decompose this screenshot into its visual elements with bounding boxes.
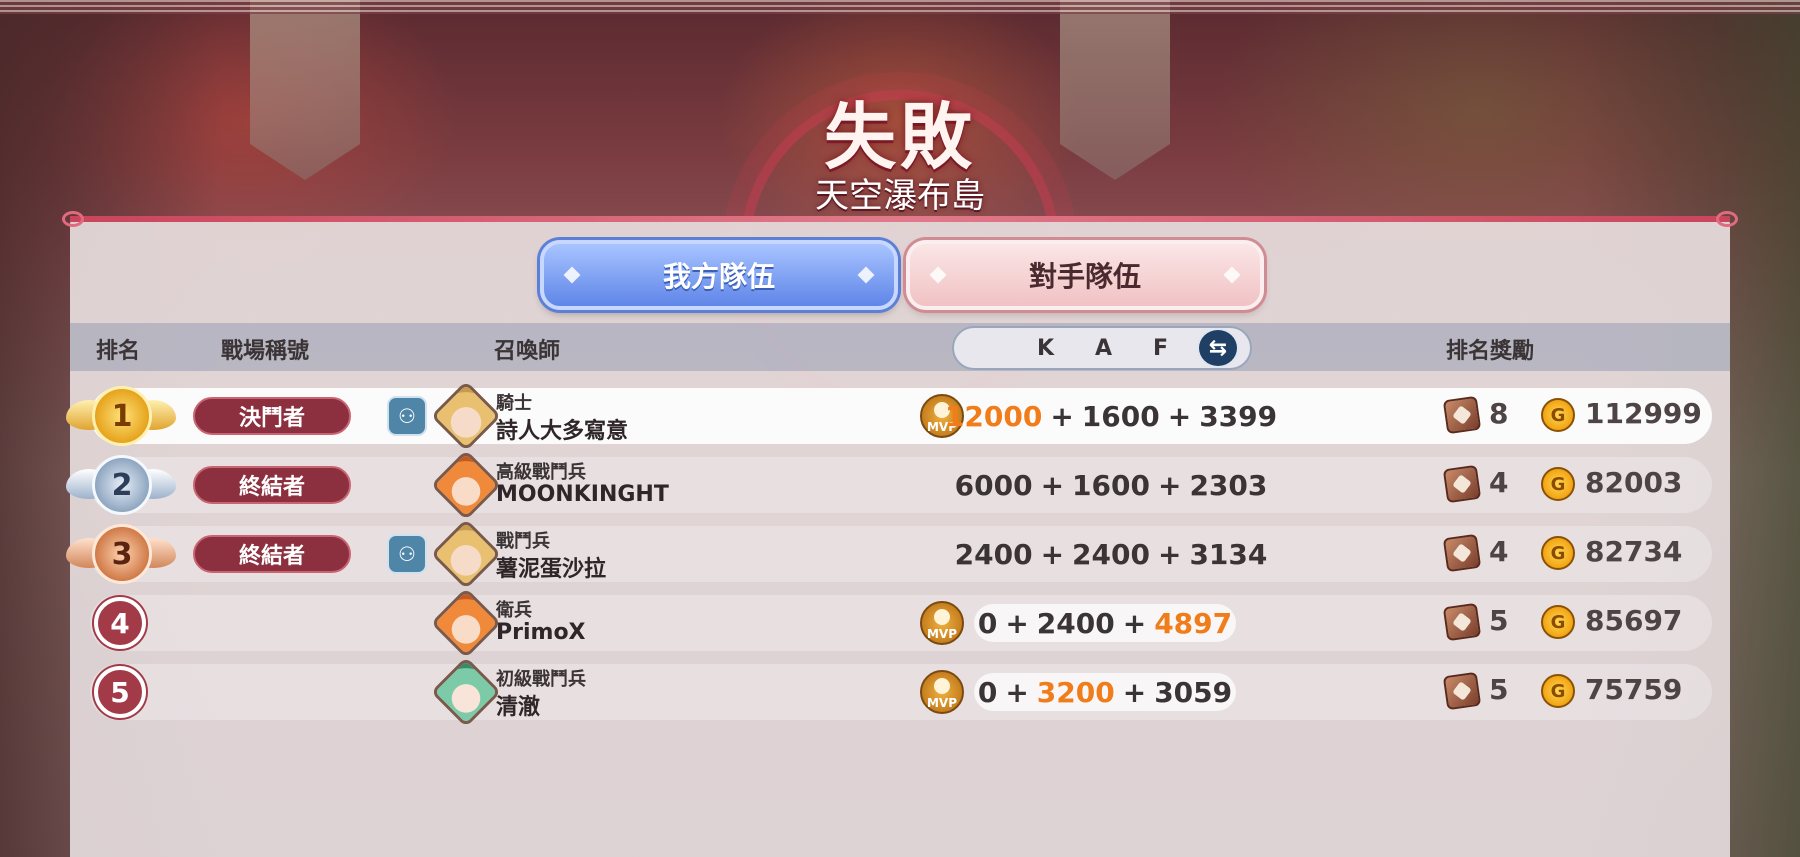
kaf-score: 2400 +2400 +3134 [955,535,1268,573]
plus-sign: + [1157,537,1182,571]
mvp-mark [934,678,950,694]
flag-value: 3059 [1154,675,1233,709]
summoner-class: 騎士 [496,393,532,414]
chest-count: 5 [1489,673,1509,706]
rank-badge-silver: 2 [92,455,152,515]
assist-value: 1600 [1072,468,1150,502]
panel-divider [70,216,1730,222]
kill-value: 0 [977,675,998,709]
summoner-name: PrimoX [496,620,586,645]
rank-badge-gold: 1 [92,386,152,446]
party-icon: ⚇ [387,534,427,574]
kill-value: 0 [977,606,998,640]
mvp-mark [934,609,950,625]
tab-diamond-icon [929,266,947,284]
gold-reward: 112999 [1585,397,1702,430]
mvp-badge-icon: MVP [920,670,964,714]
chest-icon [1442,395,1482,435]
rank-badge: 5 [94,666,146,718]
divider-ornament-left [62,211,84,227]
gold-reward: 82003 [1585,466,1683,499]
rank-badge: 4 [94,597,146,649]
flag-value: 3399 [1199,399,1278,433]
tab-diamond-icon [857,266,875,284]
divider-ornament-right [1716,211,1738,227]
flag-value: 4897 [1154,606,1233,640]
mvp-badge-icon: MVP [920,601,964,645]
chest-count: 8 [1489,397,1509,430]
chest-icon [1442,464,1482,504]
plus-sign: + [1005,675,1029,709]
summoner-class: 初級戰鬥兵 [496,669,586,690]
swap-arrows-icon[interactable]: ⇆ [1197,328,1239,368]
top-border-stripe [0,0,1800,14]
mvp-label: MVP [926,696,958,710]
tab-own-team[interactable]: 我方隊伍 [540,240,898,310]
column-a: A [1095,336,1113,361]
rank-badge-bronze: 3 [92,524,152,584]
party-icon: ⚇ [387,396,427,436]
kill-value: 12000 [944,399,1043,433]
chest-icon [1442,602,1482,642]
flag-value: 2303 [1189,468,1268,502]
summoner-name: MOONKINGHT [496,482,669,507]
chest-count: 5 [1489,604,1509,637]
tab-enemy-team[interactable]: 對手隊伍 [906,240,1264,310]
gold-coin-icon: G [1541,398,1575,432]
plus-sign: + [1157,468,1182,502]
summoner-class: 高級戰鬥兵 [496,462,586,483]
summoner-name: 清澈 [496,695,541,720]
column-k: K [1037,336,1055,361]
column-reward: 排名獎勵 [1446,339,1535,364]
kaf-score: 0 +2400 +4897 [974,604,1236,642]
flag-value: 3134 [1189,537,1268,571]
gold-coin-icon: G [1541,674,1575,708]
gold-reward: 82734 [1585,535,1683,568]
battle-title-badge: 終結者 [193,535,351,573]
chest-icon [1442,533,1482,573]
summoner-class: 衛兵 [496,600,532,621]
battle-title-badge: 決鬥者 [193,397,351,435]
summoner-class: 戰鬥兵 [496,531,550,552]
tab-diamond-icon [563,266,581,284]
kaf-score: 12000 +1600 +3399 [945,397,1277,435]
plus-sign: + [1122,675,1147,709]
assist-value: 3200 [1036,675,1115,709]
gold-coin-icon: G [1541,467,1575,501]
column-battle-title: 戰場稱號 [221,339,310,364]
tab-enemy-team-label: 對手隊伍 [1028,260,1141,293]
chest-count: 4 [1489,535,1509,568]
plus-sign: + [1005,606,1029,640]
plus-sign: + [1040,468,1065,502]
plus-sign: + [1050,399,1074,433]
map-name: 天空瀑布島 [815,176,985,216]
tab-own-team-label: 我方隊伍 [662,260,775,293]
assist-value: 2400 [1036,606,1115,640]
column-summoner: 召喚師 [494,339,561,364]
gold-reward: 85697 [1585,604,1683,637]
mvp-label: MVP [926,627,958,641]
column-f: F [1153,336,1169,361]
plus-sign: + [1122,606,1147,640]
kaf-score: 0 +3200 +3059 [974,673,1236,711]
plus-sign: + [1167,399,1192,433]
tab-diamond-icon [1223,266,1241,284]
kill-value: 2400 [954,537,1033,571]
assist-value: 1600 [1081,399,1160,433]
assist-value: 2400 [1072,537,1150,571]
summoner-name: 詩人大多寫意 [496,419,629,444]
gold-reward: 75759 [1585,673,1683,706]
chest-count: 4 [1489,466,1509,499]
gold-coin-icon: G [1541,605,1575,639]
plus-sign: + [1040,537,1065,571]
summoner-name: 薯泥蛋沙拉 [496,557,607,582]
kill-value: 6000 [954,468,1033,502]
column-rank: 排名 [96,339,141,364]
battle-title-badge: 終結者 [193,466,351,504]
kaf-score: 6000 +1600 +2303 [955,466,1268,504]
chest-icon [1442,671,1482,711]
gold-coin-icon: G [1541,536,1575,570]
